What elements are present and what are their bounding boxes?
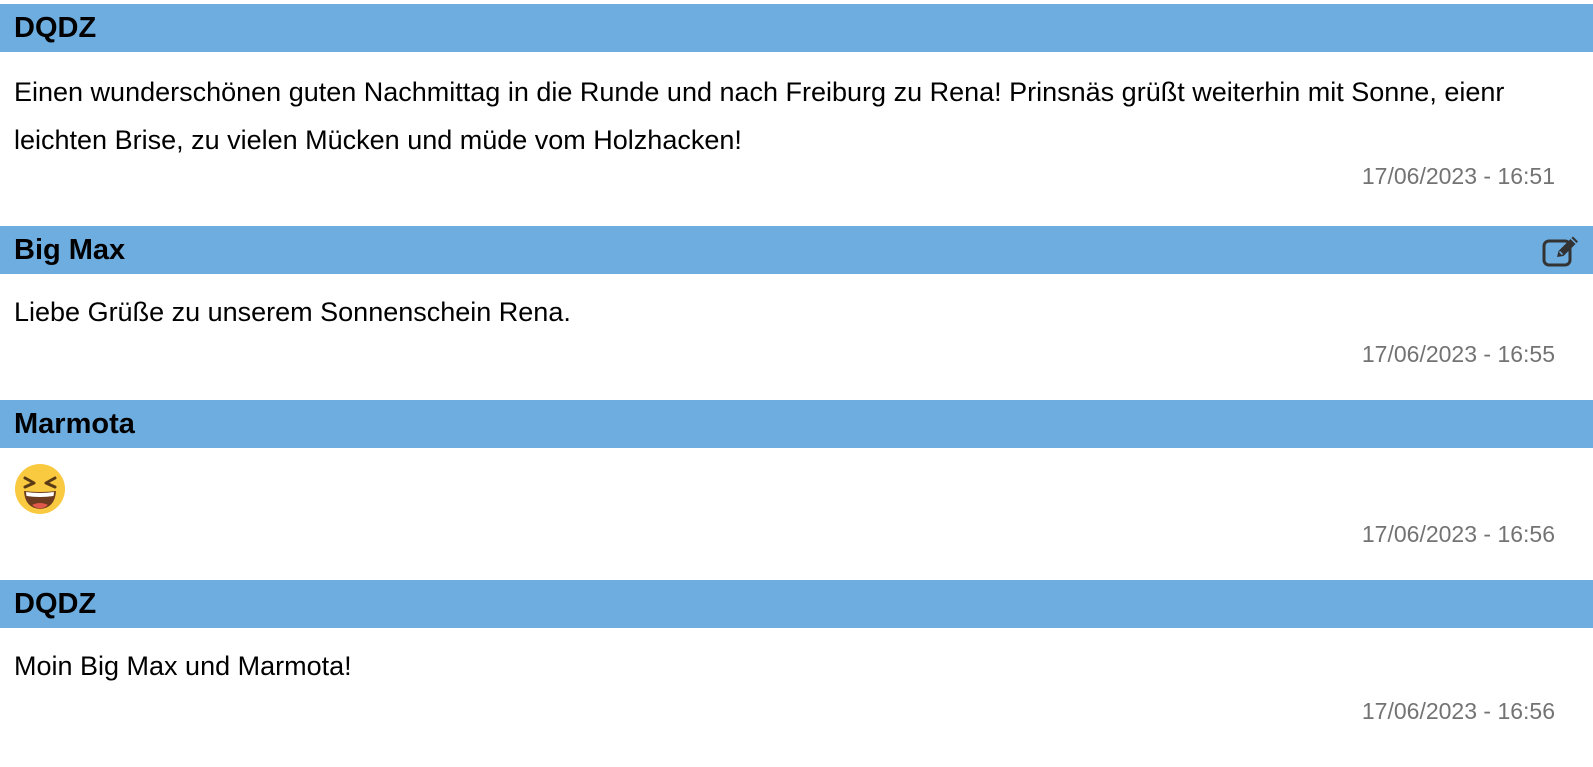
post-timestamp: 17/06/2023 - 16:56 [1361, 698, 1555, 724]
guestbook-post: Big Max Liebe Grüße zu unserem Sonnensch… [0, 226, 1593, 400]
edit-icon[interactable] [1542, 235, 1580, 267]
guestbook-post: DQDZ Einen wunderschönen guten Nachmitta… [0, 4, 1593, 226]
post-message [0, 448, 1593, 515]
guestbook-post: Marmota 17/06/2023 - 16:56 [0, 400, 1593, 580]
laughing-face-emoji-icon [15, 464, 65, 514]
post-header: DQDZ [0, 4, 1593, 52]
post-message: Moin Big Max und Marmota! [14, 651, 352, 681]
post-message: Einen wunderschönen guten Nachmittag in … [14, 77, 1505, 155]
post-timestamp: 17/06/2023 - 16:55 [1361, 341, 1555, 367]
guestbook-post: DQDZ Moin Big Max und Marmota! 17/06/202… [0, 580, 1593, 726]
guestbook-feed: DQDZ Einen wunderschönen guten Nachmitta… [0, 0, 1593, 726]
post-author: DQDZ [14, 12, 97, 44]
post-timestamp: 17/06/2023 - 16:56 [1361, 521, 1555, 547]
post-header: DQDZ [0, 580, 1593, 628]
post-author: DQDZ [14, 588, 97, 620]
post-header: Big Max [0, 226, 1593, 274]
post-author: Marmota [14, 408, 135, 440]
post-message: Liebe Grüße zu unserem Sonnenschein Rena… [14, 297, 571, 327]
post-author: Big Max [14, 234, 126, 266]
post-timestamp: 17/06/2023 - 16:51 [1361, 163, 1555, 189]
post-header: Marmota [0, 400, 1593, 448]
